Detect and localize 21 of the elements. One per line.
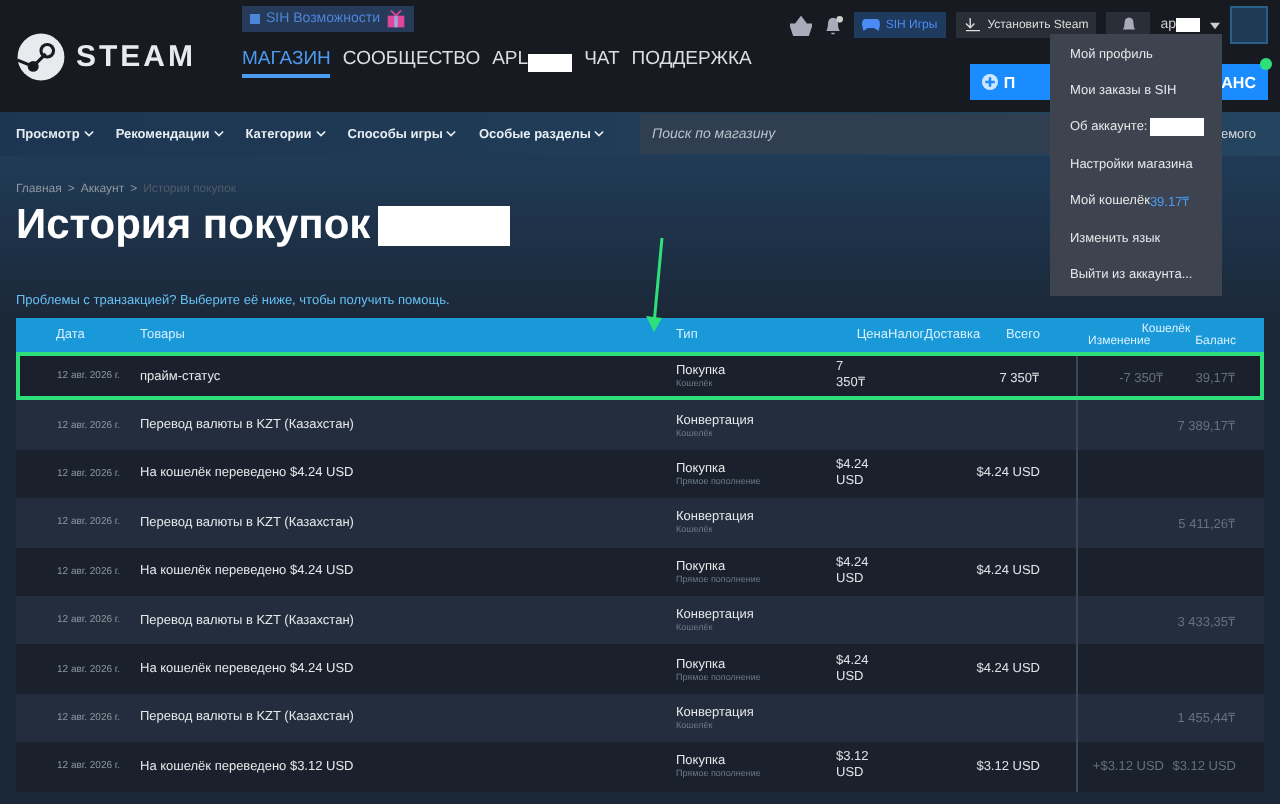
steam-wordmark[interactable]: STEAM [76, 39, 196, 73]
status-dot [1260, 58, 1272, 70]
plus-icon [981, 74, 998, 90]
chevron-down-icon [594, 130, 605, 138]
chevron-down-icon [315, 130, 326, 138]
nav-link[interactable]: СООБЩЕСТВО [342, 48, 481, 78]
nav-link[interactable]: ПОДДЕРЖКА [631, 48, 752, 78]
bell-icon[interactable] [821, 15, 844, 35]
steam-logo-icon[interactable] [16, 31, 66, 81]
download-icon [963, 18, 982, 32]
chevron-down-icon [446, 130, 457, 138]
nav-link[interactable]: ЧАТ [584, 48, 620, 78]
chevron-down-icon [213, 130, 224, 138]
nav-link[interactable]: МАГАЗИН [242, 48, 331, 78]
gamepad-icon [861, 18, 880, 32]
page-title: История покупок [16, 202, 371, 250]
chevron-down-icon [83, 130, 94, 138]
nav-link[interactable]: APL [492, 48, 529, 78]
gift-icon [386, 10, 406, 28]
caret-icon[interactable] [1210, 21, 1220, 29]
bell-icon [1119, 16, 1138, 34]
